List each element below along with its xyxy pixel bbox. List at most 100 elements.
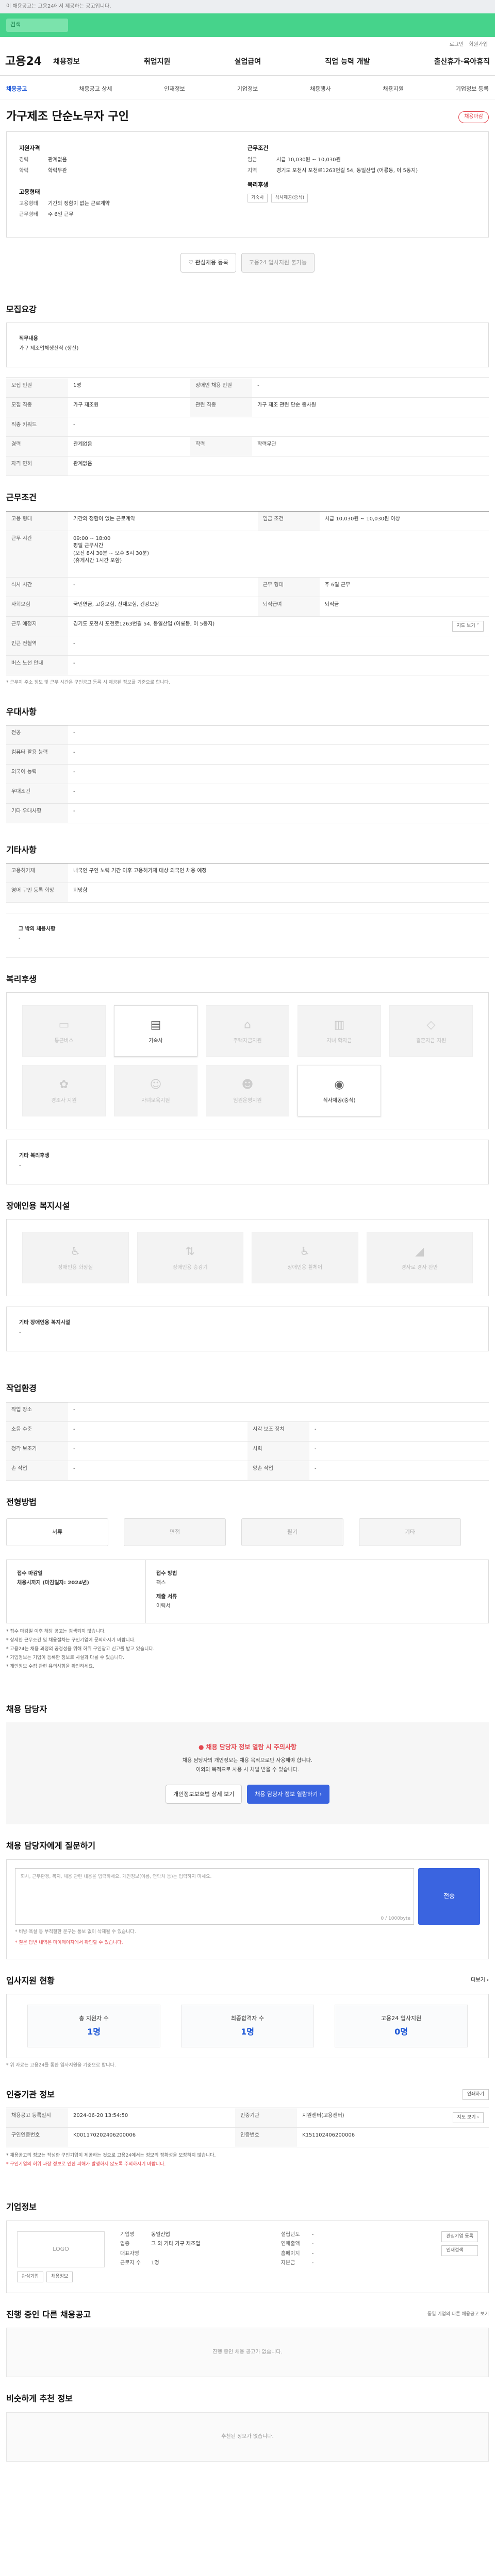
table-header: 모집 인원 [6,378,68,398]
welfare-card: ✿ 경조사 지원 [22,1065,106,1117]
subnav-item[interactable]: 기업정보 [237,85,258,93]
menu-item[interactable]: 취업지원 [144,57,171,67]
company-side-button[interactable]: 관심기업 [17,2271,44,2282]
table-header: 시각 보조 장치 [248,1421,309,1442]
cert-map-button[interactable]: 지도 보기 › [452,2112,484,2124]
global-nav: 고용24 채용정보 취업지원 실업급여 직업 능력 개발 출산휴가·육아휴직 [0,49,495,76]
view-contact-button[interactable]: 채용 담당자 정보 열람하기 › [247,1784,330,1804]
summary-value: 시급 10,030원 ~ 10,030원 [276,157,341,163]
toilet-icon: ♿ [70,1245,81,1259]
tab-written[interactable]: 필기 [241,1518,343,1546]
menu-item[interactable]: 직업 능력 개발 [325,57,370,67]
summary-key: 경력 [19,157,29,163]
table-header: 시력 [248,1441,309,1461]
stat-value: 0명 [394,2026,408,2037]
site-logo[interactable]: 고용24 [5,54,42,70]
talent-search-button[interactable]: 인재검색 [441,2245,478,2256]
welfare-card: ▭ 통근버스 [22,1005,106,1057]
tab-document[interactable]: 서류 [6,1518,108,1546]
inquiry-note: * 비방·욕설 등 부적절한 문구는 통보 없이 삭제될 수 있습니다. [15,1929,136,1935]
stat-label: 총 지원자 수 [79,2014,109,2022]
table-row: 근무 예정지 경기도 포천시 포천로1263번길 54, 동일산업 (어룡동, 이… [6,616,489,636]
other-requirements: 그 밖의 채용사항 - [6,912,489,958]
print-button[interactable]: 인쇄하기 [462,2089,489,2100]
section-title: 채용 담당자 [6,1704,47,1714]
facility-label: 장애인용 휠체어 [287,1265,323,1271]
deadline-heading: 접수 마감일 [17,1570,43,1577]
etc-table: 고용허가제 내국인 구인 노력 기간 이후 고용허가제 대상 외국인 채용 예정 … [6,862,489,903]
other-jobs-link[interactable]: 동일 기업의 다른 채용공고 보기 [427,2311,489,2318]
table-header: 근무 시간 [6,531,68,578]
welfare-label: 임원운영지원 [233,1097,262,1104]
tab-interview[interactable]: 면접 [124,1518,226,1546]
company-box: LOGO 관심기업 채용정보 기업명 동일산업 업종 그 외 기타 가구 제조업 대… [6,2220,489,2293]
apply-button[interactable]: 고용24 입사지원 불가능 [241,253,315,273]
inquiry-textarea[interactable]: 회사, 근무환경, 복지, 채용 관련 내용을 입력하세요. 개인정보(이름, … [15,1868,414,1925]
table-cell: 기간의 정함이 없는 근로계약 [68,511,258,531]
table-cell: 1명 [68,378,191,398]
search-input[interactable]: 검색 [6,19,68,32]
welfare-etc: 기타 복리후생 - [6,1140,489,1185]
login-link[interactable]: 로그인 [450,41,464,49]
company-side-button[interactable]: 채용정보 [46,2271,73,2282]
scrap-button[interactable]: ♡ 관심채용 등록 [180,253,236,273]
subnav-item[interactable]: 기업정보 등록 [456,85,489,93]
summary-key: 근무형태 [19,211,38,217]
section-title: 전형방법 [6,1497,37,1507]
company-info-left: 기업명 동일산업 업종 그 외 기타 가구 제조업 대표자명 근로자 수 1명 [105,2231,281,2282]
more-link[interactable]: 더보기 › [471,1977,489,1985]
section-title: 채용 담당자에게 질문하기 [6,1841,96,1851]
byte-counter: 0 / 1000byte [381,1916,411,1921]
other-req-text: - [19,936,21,942]
table-header: 영어 구인 등록 희망 [6,883,68,903]
follow-company-button[interactable]: 관심기업 등록 [441,2231,478,2242]
subnav-item[interactable]: 채용공고 상세 [79,85,112,93]
deadline-value: 채용시까지 (마감일자: 2024년) [17,1580,89,1586]
menu-item[interactable]: 실업급여 [235,57,261,67]
company-info-right: 설립년도 - 연매출액 - 홈페이지 - 자본금 - [281,2231,442,2282]
summary-left: 지원자격 경력 관계없음 학력 학력무관 고용형태 고용형태 기간의 정함이 없는 근… [19,144,248,222]
tab-etc[interactable]: 기타 [359,1518,461,1546]
stat-card: 총 지원자 수 1명 [27,2004,160,2048]
table-cell: 지원센터(고용센터) 지도 보기 › [297,2108,489,2128]
privacy-law-button[interactable]: 개인정보보호법 상세 보기 [165,1784,242,1804]
table-row: 손 작업 - 양손 작업 - [6,1461,489,1481]
subnav-item[interactable]: 채용행사 [310,85,331,93]
table-cell: - [68,577,258,597]
table-row: 컴퓨터 활용 능력 - [6,744,489,765]
table-row: 우대조건 - [6,784,489,804]
stat-value: 1명 [241,2026,254,2037]
welfare-label: 자녀보육지원 [141,1097,170,1104]
docs-heading: 제출 서류 [156,1594,177,1600]
subnav-item[interactable]: 채용지원 [383,85,403,93]
preference-table: 전공 - 컴퓨터 활용 능력 - 외국어 능력 - 우대조건 - 기타 우대사항 - [6,724,489,823]
job-title-bar: 가구제조 단순노무자 구인 채용마감 [6,99,489,131]
condition-table: 고용 형태 기간의 정함이 없는 근로계약 임금 조건 시급 10,030원 ~ 10… [6,511,489,675]
table-cell: - [68,803,489,823]
subnav-item[interactable]: 채용공고 [6,85,27,93]
welfare-label: 자녀 학자금 [326,1038,352,1044]
stat-label: 최종합격자 수 [230,2014,265,2022]
work-hours: 09:00 ~ 18:00 [73,535,111,541]
work-hours-detail: (휴게시간 1시간 포함) [73,558,122,564]
applicant-stats: 총 지원자 수 1명 최종합격자 수 1명 고용24 입사지원 0명 [6,1993,489,2059]
table-cell: - [68,417,489,437]
cert-org: 지원센터(고용센터) [302,2113,344,2119]
subnav-item[interactable]: 인재정보 [164,85,185,93]
job-title: 가구제조 단순노무자 구인 [6,110,129,124]
work-hours-detail: (오전 8시 30분 ~ 오후 5시 30분) [73,550,150,556]
bed-icon: ▤ [150,1018,161,1031]
company-value: 1명 [151,2260,159,2266]
send-button[interactable]: 전송 [418,1868,480,1925]
summary-value: 주 6일 근무 [48,211,74,217]
welfare-card: ☻ 임원운영지원 [206,1065,289,1117]
table-header: 관련 직종 [190,397,253,418]
company-key: 근로자 수 [120,2260,141,2266]
map-button[interactable]: 지도 보기 ˅ [452,620,484,632]
menu-item[interactable]: 출산휴가·육아휴직 [434,57,490,67]
menu-item[interactable]: 채용정보 [53,57,80,67]
disabled-etc-text: - [19,1329,21,1335]
table-cell: 관계없음 [68,456,489,477]
signup-link[interactable]: 회원가입 [469,41,488,49]
table-cell: 2024-06-20 13:54:50 [68,2108,236,2128]
